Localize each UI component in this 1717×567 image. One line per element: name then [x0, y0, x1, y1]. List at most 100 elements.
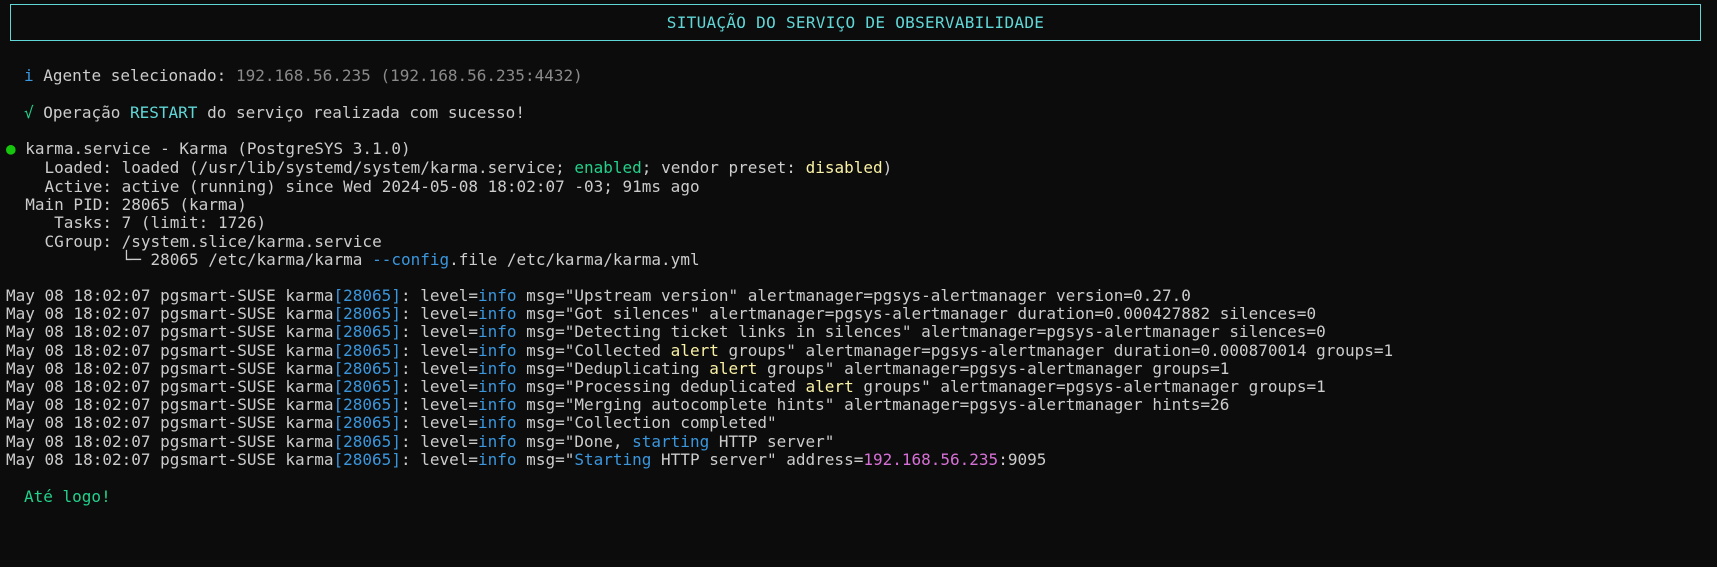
pid-value: 28065 (karma): [121, 195, 247, 214]
cgroup-process-line: └─ 28065 /etc/karma/karma --config.file …: [6, 250, 700, 270]
log-line: May 08 18:02:07 pgsmart-SUSE karma[28065…: [6, 359, 1229, 379]
log-pid: [28065]: [333, 322, 401, 342]
tree-branch-icon: └─: [121, 250, 141, 269]
log-prefix: May 08 18:02:07 pgsmart-SUSE karma: [6, 340, 334, 360]
pid-line: Main PID: 28065 (karma): [6, 195, 247, 215]
log-port: :9095: [998, 449, 1047, 469]
log-pid: [28065]: [333, 395, 401, 415]
log-message-rest: groups" alertmanager=pgsys-alertmanager …: [853, 377, 1326, 396]
check-icon: √: [24, 103, 34, 122]
log-message-rest: HTTP server" address=: [651, 449, 864, 469]
active-label: Active:: [44, 177, 112, 196]
farewell-message: Até logo!: [24, 487, 111, 506]
cgroup-label: CGroup:: [44, 232, 112, 251]
cgroup-value: /system.slice/karma.service: [121, 232, 382, 251]
log-line: May 08 18:02:07 pgsmart-SUSE karma[28065…: [6, 304, 1316, 324]
log-message: msg="Collected: [516, 340, 671, 360]
loaded-label: Loaded:: [44, 158, 112, 177]
log-pid: [28065]: [333, 304, 401, 324]
log-line: May 08 18:02:07 pgsmart-SUSE karma[28065…: [6, 377, 1326, 397]
info-icon: i: [24, 66, 34, 85]
log-level-label: : level=: [400, 413, 479, 433]
log-message-rest: HTTP server": [709, 431, 835, 451]
log-prefix: May 08 18:02:07 pgsmart-SUSE karma: [6, 413, 334, 433]
log-level-label: : level=: [400, 358, 479, 378]
tasks-label: Tasks:: [54, 213, 112, 232]
log-line: May 08 18:02:07 pgsmart-SUSE karma[28065…: [6, 395, 1229, 415]
log-prefix: May 08 18:02:07 pgsmart-SUSE karma: [6, 449, 334, 469]
log-pid: [28065]: [333, 286, 401, 305]
cgroup-process: 28065 /etc/karma/karma: [150, 250, 363, 269]
log-line: May 08 18:02:07 pgsmart-SUSE karma[28065…: [6, 450, 1046, 470]
config-flag: --config: [372, 250, 450, 269]
log-level-label: : level=: [400, 322, 479, 342]
loaded-close: ): [882, 158, 893, 177]
log-prefix: May 08 18:02:07 pgsmart-SUSE karma: [6, 395, 334, 415]
log-ip-address: 192.168.56.235: [863, 449, 999, 469]
status-dot-icon: ●: [6, 139, 16, 158]
log-highlight: alert: [670, 340, 719, 360]
log-level-label: : level=: [400, 431, 479, 451]
log-message: msg="Upstream version" alertmanager=pgsy…: [516, 286, 1191, 305]
tasks-line: Tasks: 7 (limit: 1726): [6, 213, 266, 233]
log-level: info: [478, 449, 517, 469]
tasks-value: 7 (limit: 1726): [121, 213, 267, 232]
active-line: Active: active (running) since Wed 2024-…: [6, 177, 700, 197]
log-prefix: May 08 18:02:07 pgsmart-SUSE karma: [6, 377, 334, 396]
log-message-rest: groups" alertmanager=pgsys-alertmanager …: [718, 340, 1394, 360]
log-message: msg="Detecting ticket links in silences"…: [516, 322, 1326, 342]
log-pid: [28065]: [333, 377, 401, 396]
agent-value: 192.168.56.235 (192.168.56.235:4432): [235, 66, 583, 85]
log-line: May 08 18:02:07 pgsmart-SUSE karma[28065…: [6, 413, 777, 433]
log-level-label: : level=: [400, 286, 479, 305]
active-value: active (running) since Wed 2024-05-08 18…: [121, 177, 700, 196]
log-level: info: [478, 286, 517, 305]
log-line: May 08 18:02:07 pgsmart-SUSE karma[28065…: [6, 432, 834, 452]
log-prefix: May 08 18:02:07 pgsmart-SUSE karma: [6, 431, 334, 451]
service-title-line: ● karma.service - Karma (PostgreSYS 3.1.…: [6, 139, 411, 159]
service-title: karma.service - Karma (PostgreSYS 3.1.0): [25, 139, 411, 158]
log-highlight: alert: [805, 377, 854, 396]
cgroup-line: CGroup: /system.slice/karma.service: [6, 232, 382, 252]
log-prefix: May 08 18:02:07 pgsmart-SUSE karma: [6, 304, 334, 324]
log-level: info: [478, 340, 517, 360]
log-level: info: [478, 395, 517, 415]
log-pid: [28065]: [333, 431, 401, 451]
log-level: info: [478, 358, 517, 378]
log-pid: [28065]: [333, 340, 401, 360]
log-message: msg="Merging autocomplete hints" alertma…: [516, 395, 1230, 415]
log-line: May 08 18:02:07 pgsmart-SUSE karma[28065…: [6, 322, 1326, 342]
log-level-label: : level=: [400, 449, 479, 469]
log-level-label: : level=: [400, 395, 479, 415]
log-message: msg=": [516, 449, 575, 469]
log-prefix: May 08 18:02:07 pgsmart-SUSE karma: [6, 286, 334, 305]
log-message: msg="Deduplicating: [516, 358, 710, 378]
loaded-line: Loaded: loaded (/usr/lib/systemd/system/…: [6, 158, 893, 178]
log-message: msg="Collection completed": [516, 413, 777, 433]
operation-action: RESTART: [129, 103, 198, 122]
agent-label: Agente selecionado:: [43, 66, 227, 85]
log-message: msg="Done,: [516, 431, 633, 451]
log-level-label: : level=: [400, 377, 479, 396]
log-line: May 08 18:02:07 pgsmart-SUSE karma[28065…: [6, 341, 1393, 361]
log-highlight: Starting: [574, 449, 652, 469]
banner-title: SITUAÇÃO DO SERVIÇO DE OBSERVABILIDADE: [666, 13, 1045, 32]
service-status-banner: SITUAÇÃO DO SERVIÇO DE OBSERVABILIDADE: [10, 4, 1701, 41]
log-message: msg="Processing deduplicated: [516, 377, 806, 396]
log-highlight: starting: [632, 431, 710, 451]
log-pid: [28065]: [333, 413, 401, 433]
operation-prefix: Operação: [43, 103, 121, 122]
log-pid: [28065]: [333, 358, 401, 378]
log-prefix: May 08 18:02:07 pgsmart-SUSE karma: [6, 322, 334, 342]
enabled-state: enabled: [574, 158, 642, 177]
log-level: info: [478, 304, 517, 324]
vendor-preset-label: ; vendor preset:: [641, 158, 796, 177]
log-level: info: [478, 322, 517, 342]
log-pid: [28065]: [333, 449, 401, 469]
operation-line: √ Operação RESTART do serviço realizada …: [24, 103, 525, 123]
log-level: info: [478, 431, 517, 451]
log-highlight: alert: [709, 358, 758, 378]
log-prefix: May 08 18:02:07 pgsmart-SUSE karma: [6, 358, 334, 378]
log-level-label: : level=: [400, 304, 479, 324]
log-level: info: [478, 413, 517, 433]
